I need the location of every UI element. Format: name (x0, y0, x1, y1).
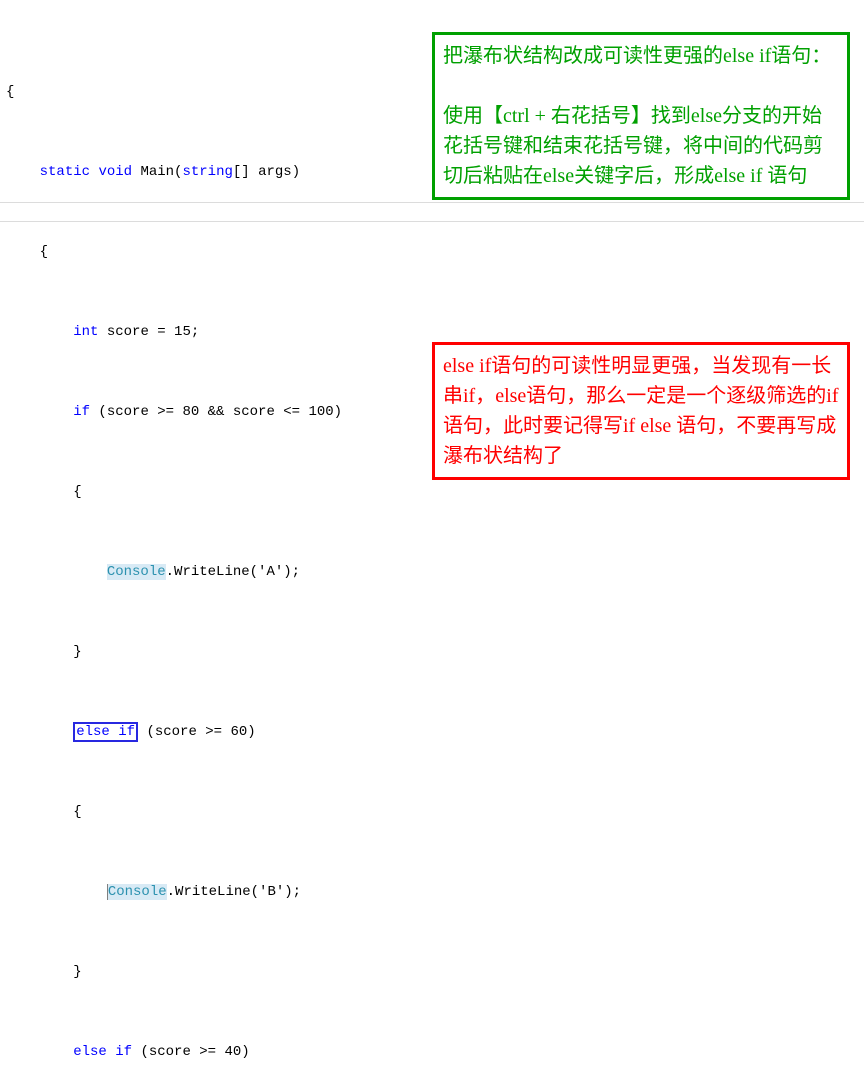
annotation-green-text: 把瀑布状结构改成可读性更强的else if语句： 使用【ctrl + 右花括号】… (443, 45, 831, 187)
code-line: else if (score >= 60) (6, 722, 864, 742)
code-line: { (6, 482, 864, 502)
code-line: Console.WriteLine('A'); (6, 562, 864, 582)
annotation-red-text: else if语句的可读性明显更强，当发现有一长串if，else语句，那么一定是… (443, 355, 839, 467)
code-line: { (6, 242, 864, 262)
current-line-highlight (0, 202, 864, 222)
code-line: } (6, 962, 864, 982)
annotation-red: else if语句的可读性明显更强，当发现有一长串if，else语句，那么一定是… (432, 342, 850, 480)
code-line: int score = 15; (6, 322, 864, 342)
code-line: Console.WriteLine('B'); (6, 882, 864, 902)
highlighted-elseif: else if (73, 722, 138, 742)
annotation-green: 把瀑布状结构改成可读性更强的else if语句： 使用【ctrl + 右花括号】… (432, 32, 850, 200)
code-line: } (6, 642, 864, 662)
code-line: { (6, 802, 864, 822)
code-line: else if (score >= 40) (6, 1042, 864, 1062)
